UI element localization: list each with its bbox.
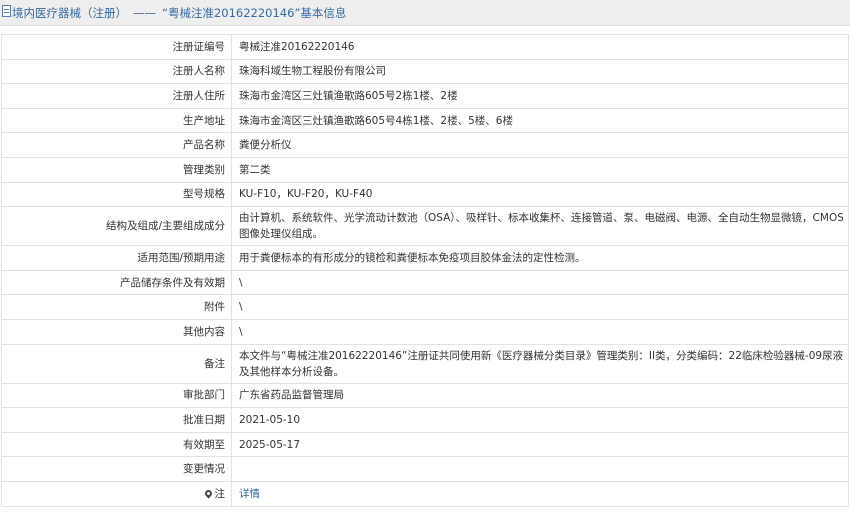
table-row: 生产地址 珠海市金湾区三灶镇渔歌路605号4栋1楼、2楼、5楼、6楼 [1, 107, 849, 134]
row-value: 广东省药品监督管理局 [231, 382, 849, 409]
table-row: 变更情况 [1, 456, 849, 482]
row-value: 粤械注准20162220146 [231, 34, 849, 60]
row-value: 由计算机、系统软件、光学流动计数池（OSA）、吸样针、标本收集杯、连接管道、泵、… [231, 206, 849, 247]
note-label: 注 [214, 487, 226, 500]
note-value-cell: 详情 [231, 480, 849, 507]
row-value: 珠海科域生物工程股份有限公司 [231, 58, 849, 85]
row-label: 管理类别 [1, 156, 232, 183]
row-value: 粪便分析仪 [231, 132, 849, 158]
row-value: 用于粪便标本的有形成分的镜检和粪便标本免疫项目胶体金法的定性检测。 [231, 245, 849, 271]
row-value: 第二类 [231, 156, 849, 183]
row-label: 备注 [1, 343, 232, 384]
title-separator: —— [133, 6, 156, 20]
table-row: 其他内容 \ [1, 318, 849, 345]
row-value: \ [231, 269, 849, 296]
row-label: 产品储存条件及有效期 [1, 269, 232, 296]
table-row: 产品名称 粪便分析仪 [1, 132, 849, 158]
note-label-cell: 注 [1, 480, 232, 507]
row-value: \ [231, 318, 849, 345]
basic-info-table: 注册证编号 粤械注准20162220146 注册人名称 珠海科域生物工程股份有限… [1, 34, 849, 507]
row-value [231, 456, 849, 482]
row-label: 附件 [1, 294, 232, 320]
row-label: 产品名称 [1, 132, 232, 158]
row-label: 型号规格 [1, 181, 232, 208]
table-row: 注册证编号 粤械注准20162220146 [1, 34, 849, 60]
table-row: 管理类别 第二类 [1, 156, 849, 183]
title-record: “粤械注准20162220146”基本信息 [162, 6, 347, 20]
details-link[interactable]: 详情 [239, 488, 260, 500]
table-row: 附件 \ [1, 294, 849, 320]
title-category: 境内医疗器械（注册） [12, 6, 127, 20]
row-label: 批准日期 [1, 407, 232, 433]
table-row-note: 注 详情 [1, 480, 849, 507]
row-value: 本文件与“粤械注准20162220146”注册证共同使用新《医疗器械分类目录》管… [231, 343, 849, 384]
page-header: 境内医疗器械（注册） —— “粤械注准20162220146”基本信息 [0, 0, 850, 26]
table-row: 注册人名称 珠海科域生物工程股份有限公司 [1, 58, 849, 85]
table-row: 备注 本文件与“粤械注准20162220146”注册证共同使用新《医疗器械分类目… [1, 343, 849, 384]
table-row: 型号规格 KU-F10，KU-F20，KU-F40 [1, 181, 849, 208]
table-row: 批准日期 2021-05-10 [1, 407, 849, 433]
row-value: 珠海市金湾区三灶镇渔歌路605号4栋1楼、2楼、5楼、6楼 [231, 107, 849, 134]
row-value: KU-F10，KU-F20，KU-F40 [231, 181, 849, 208]
row-label: 有效期至 [1, 431, 232, 458]
row-label: 生产地址 [1, 107, 232, 134]
row-label: 结构及组成/主要组成成分 [1, 206, 232, 247]
pin-icon [203, 488, 213, 499]
row-label: 注册人住所 [1, 83, 232, 109]
row-value: \ [231, 294, 849, 320]
table-row: 结构及组成/主要组成成分 由计算机、系统软件、光学流动计数池（OSA）、吸样针、… [1, 206, 849, 247]
row-value: 珠海市金湾区三灶镇渔歌路605号2栋1楼、2楼 [231, 83, 849, 109]
table-row: 审批部门 广东省药品监督管理局 [1, 382, 849, 409]
page-title: 境内医疗器械（注册） —— “粤械注准20162220146”基本信息 [12, 5, 346, 21]
row-label: 注册证编号 [1, 34, 232, 60]
table-row: 产品储存条件及有效期 \ [1, 269, 849, 296]
row-label: 其他内容 [1, 318, 232, 345]
row-value: 2021-05-10 [231, 407, 849, 433]
row-label: 变更情况 [1, 456, 232, 482]
table-row: 适用范围/预期用途 用于粪便标本的有形成分的镜检和粪便标本免疫项目胶体金法的定性… [1, 245, 849, 271]
document-icon [2, 5, 11, 17]
row-label: 适用范围/预期用途 [1, 245, 232, 271]
row-value: 2025-05-17 [231, 431, 849, 458]
table-row: 注册人住所 珠海市金湾区三灶镇渔歌路605号2栋1楼、2楼 [1, 83, 849, 109]
row-label: 审批部门 [1, 382, 232, 409]
table-row: 有效期至 2025-05-17 [1, 431, 849, 458]
row-label: 注册人名称 [1, 58, 232, 85]
